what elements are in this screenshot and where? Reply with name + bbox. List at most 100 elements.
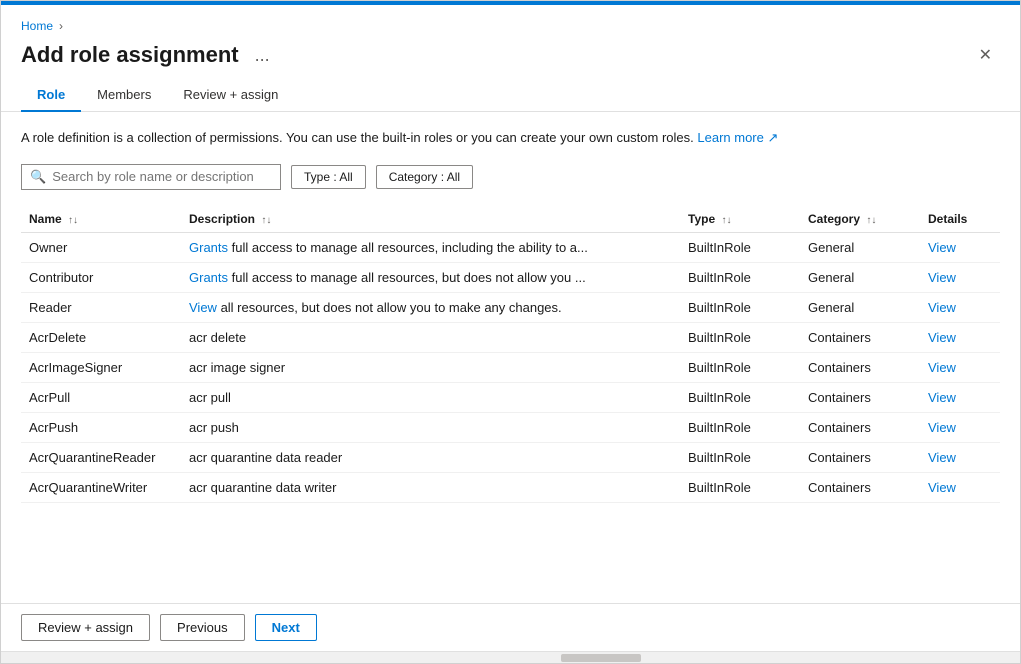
cell-type: BuiltInRole xyxy=(680,292,800,322)
col-header-category[interactable]: Category ↑↓ xyxy=(800,206,920,233)
tab-members[interactable]: Members xyxy=(81,79,167,112)
cell-description: acr quarantine data writer xyxy=(181,472,680,502)
cell-name: AcrImageSigner xyxy=(21,352,181,382)
table-row[interactable]: AcrQuarantineReaderacr quarantine data r… xyxy=(21,442,1000,472)
main-window: Home › Add role assignment ... ✕ Role Me… xyxy=(0,0,1021,664)
cell-name: Reader xyxy=(21,292,181,322)
category-filter-pill[interactable]: Category : All xyxy=(376,165,473,189)
type-filter-pill[interactable]: Type : All xyxy=(291,165,366,189)
view-link[interactable]: View xyxy=(928,240,956,255)
col-header-name[interactable]: Name ↑↓ xyxy=(21,206,181,233)
cell-name: AcrQuarantineWriter xyxy=(21,472,181,502)
tab-role[interactable]: Role xyxy=(21,79,81,112)
view-link[interactable]: View xyxy=(928,420,956,435)
cell-description: acr pull xyxy=(181,382,680,412)
table-row[interactable]: AcrDeleteacr deleteBuiltInRoleContainers… xyxy=(21,322,1000,352)
next-button[interactable]: Next xyxy=(255,614,317,641)
view-link[interactable]: View xyxy=(928,480,956,495)
learn-more-link[interactable]: Learn more ↗ xyxy=(697,130,778,145)
cell-name: AcrPull xyxy=(21,382,181,412)
search-icon: 🔍 xyxy=(30,169,46,185)
cell-details: View xyxy=(920,232,1000,262)
view-link[interactable]: View xyxy=(928,360,956,375)
cell-type: BuiltInRole xyxy=(680,382,800,412)
table-body: OwnerGrants full access to manage all re… xyxy=(21,232,1000,502)
view-link[interactable]: View xyxy=(928,270,956,285)
tabs-container: Role Members Review + assign xyxy=(1,79,1020,112)
footer: Review + assign Previous Next xyxy=(1,603,1020,651)
search-box: 🔍 xyxy=(21,164,281,190)
horizontal-scrollbar[interactable] xyxy=(1,651,1020,663)
cell-description: Grants full access to manage all resourc… xyxy=(181,262,680,292)
cell-details: View xyxy=(920,352,1000,382)
tab-review-assign[interactable]: Review + assign xyxy=(167,79,294,112)
cell-name: Contributor xyxy=(21,262,181,292)
view-link[interactable]: View xyxy=(928,450,956,465)
cell-category: General xyxy=(800,232,920,262)
cell-type: BuiltInRole xyxy=(680,412,800,442)
cell-details: View xyxy=(920,442,1000,472)
cell-details: View xyxy=(920,382,1000,412)
cell-description: acr quarantine data reader xyxy=(181,442,680,472)
view-link[interactable]: View xyxy=(928,390,956,405)
table-row[interactable]: AcrQuarantineWriteracr quarantine data w… xyxy=(21,472,1000,502)
description-text: A role definition is a collection of per… xyxy=(21,128,1000,148)
cell-type: BuiltInRole xyxy=(680,232,800,262)
cell-category: General xyxy=(800,292,920,322)
col-header-details: Details xyxy=(920,206,1000,233)
cell-details: View xyxy=(920,262,1000,292)
breadcrumb-separator: › xyxy=(59,19,63,33)
cell-name: AcrPush xyxy=(21,412,181,442)
view-link[interactable]: View xyxy=(928,300,956,315)
table-row[interactable]: ReaderView all resources, but does not a… xyxy=(21,292,1000,322)
table-header-row: Name ↑↓ Description ↑↓ Type ↑↓ Category … xyxy=(21,206,1000,233)
table-header: Name ↑↓ Description ↑↓ Type ↑↓ Category … xyxy=(21,206,1000,233)
horizontal-scroll-thumb[interactable] xyxy=(561,654,641,662)
cell-name: AcrQuarantineReader xyxy=(21,442,181,472)
col-header-description[interactable]: Description ↑↓ xyxy=(181,206,680,233)
cell-name: AcrDelete xyxy=(21,322,181,352)
col-header-type[interactable]: Type ↑↓ xyxy=(680,206,800,233)
cell-details: View xyxy=(920,412,1000,442)
table-row[interactable]: AcrPushacr pushBuiltInRoleContainers View xyxy=(21,412,1000,442)
description-sort-icon: ↑↓ xyxy=(261,215,271,226)
ellipsis-button[interactable]: ... xyxy=(249,43,276,68)
cell-category: Containers xyxy=(800,322,920,352)
table-row[interactable]: ContributorGrants full access to manage … xyxy=(21,262,1000,292)
cell-category: Containers xyxy=(800,382,920,412)
filter-row: 🔍 Type : All Category : All xyxy=(21,164,1000,190)
title-row-left: Add role assignment ... xyxy=(21,42,276,68)
cell-category: Containers xyxy=(800,412,920,442)
cell-description: acr delete xyxy=(181,322,680,352)
cell-category: Containers xyxy=(800,442,920,472)
cell-description: View all resources, but does not allow y… xyxy=(181,292,680,322)
cell-type: BuiltInRole xyxy=(680,442,800,472)
cell-description: Grants full access to manage all resourc… xyxy=(181,232,680,262)
breadcrumb-home[interactable]: Home xyxy=(21,19,53,33)
table-row[interactable]: AcrPullacr pullBuiltInRoleContainers View xyxy=(21,382,1000,412)
roles-table: Name ↑↓ Description ↑↓ Type ↑↓ Category … xyxy=(21,206,1000,503)
previous-button[interactable]: Previous xyxy=(160,614,245,641)
review-assign-button[interactable]: Review + assign xyxy=(21,614,150,641)
cell-type: BuiltInRole xyxy=(680,262,800,292)
table-row[interactable]: AcrImageSigneracr image signerBuiltInRol… xyxy=(21,352,1000,382)
cell-category: Containers xyxy=(800,352,920,382)
content-area: A role definition is a collection of per… xyxy=(1,112,1020,603)
cell-category: Containers xyxy=(800,472,920,502)
cell-name: Owner xyxy=(21,232,181,262)
cell-details: View xyxy=(920,472,1000,502)
table-row[interactable]: OwnerGrants full access to manage all re… xyxy=(21,232,1000,262)
cell-type: BuiltInRole xyxy=(680,472,800,502)
cell-details: View xyxy=(920,322,1000,352)
cell-type: BuiltInRole xyxy=(680,322,800,352)
cell-description: acr image signer xyxy=(181,352,680,382)
cell-details: View xyxy=(920,292,1000,322)
search-input[interactable] xyxy=(52,169,272,184)
cell-type: BuiltInRole xyxy=(680,352,800,382)
view-link[interactable]: View xyxy=(928,330,956,345)
page-title: Add role assignment xyxy=(21,42,239,68)
category-sort-icon: ↑↓ xyxy=(866,215,876,226)
close-button[interactable]: ✕ xyxy=(971,41,1000,69)
title-row: Add role assignment ... ✕ xyxy=(1,37,1020,79)
cell-description: acr push xyxy=(181,412,680,442)
